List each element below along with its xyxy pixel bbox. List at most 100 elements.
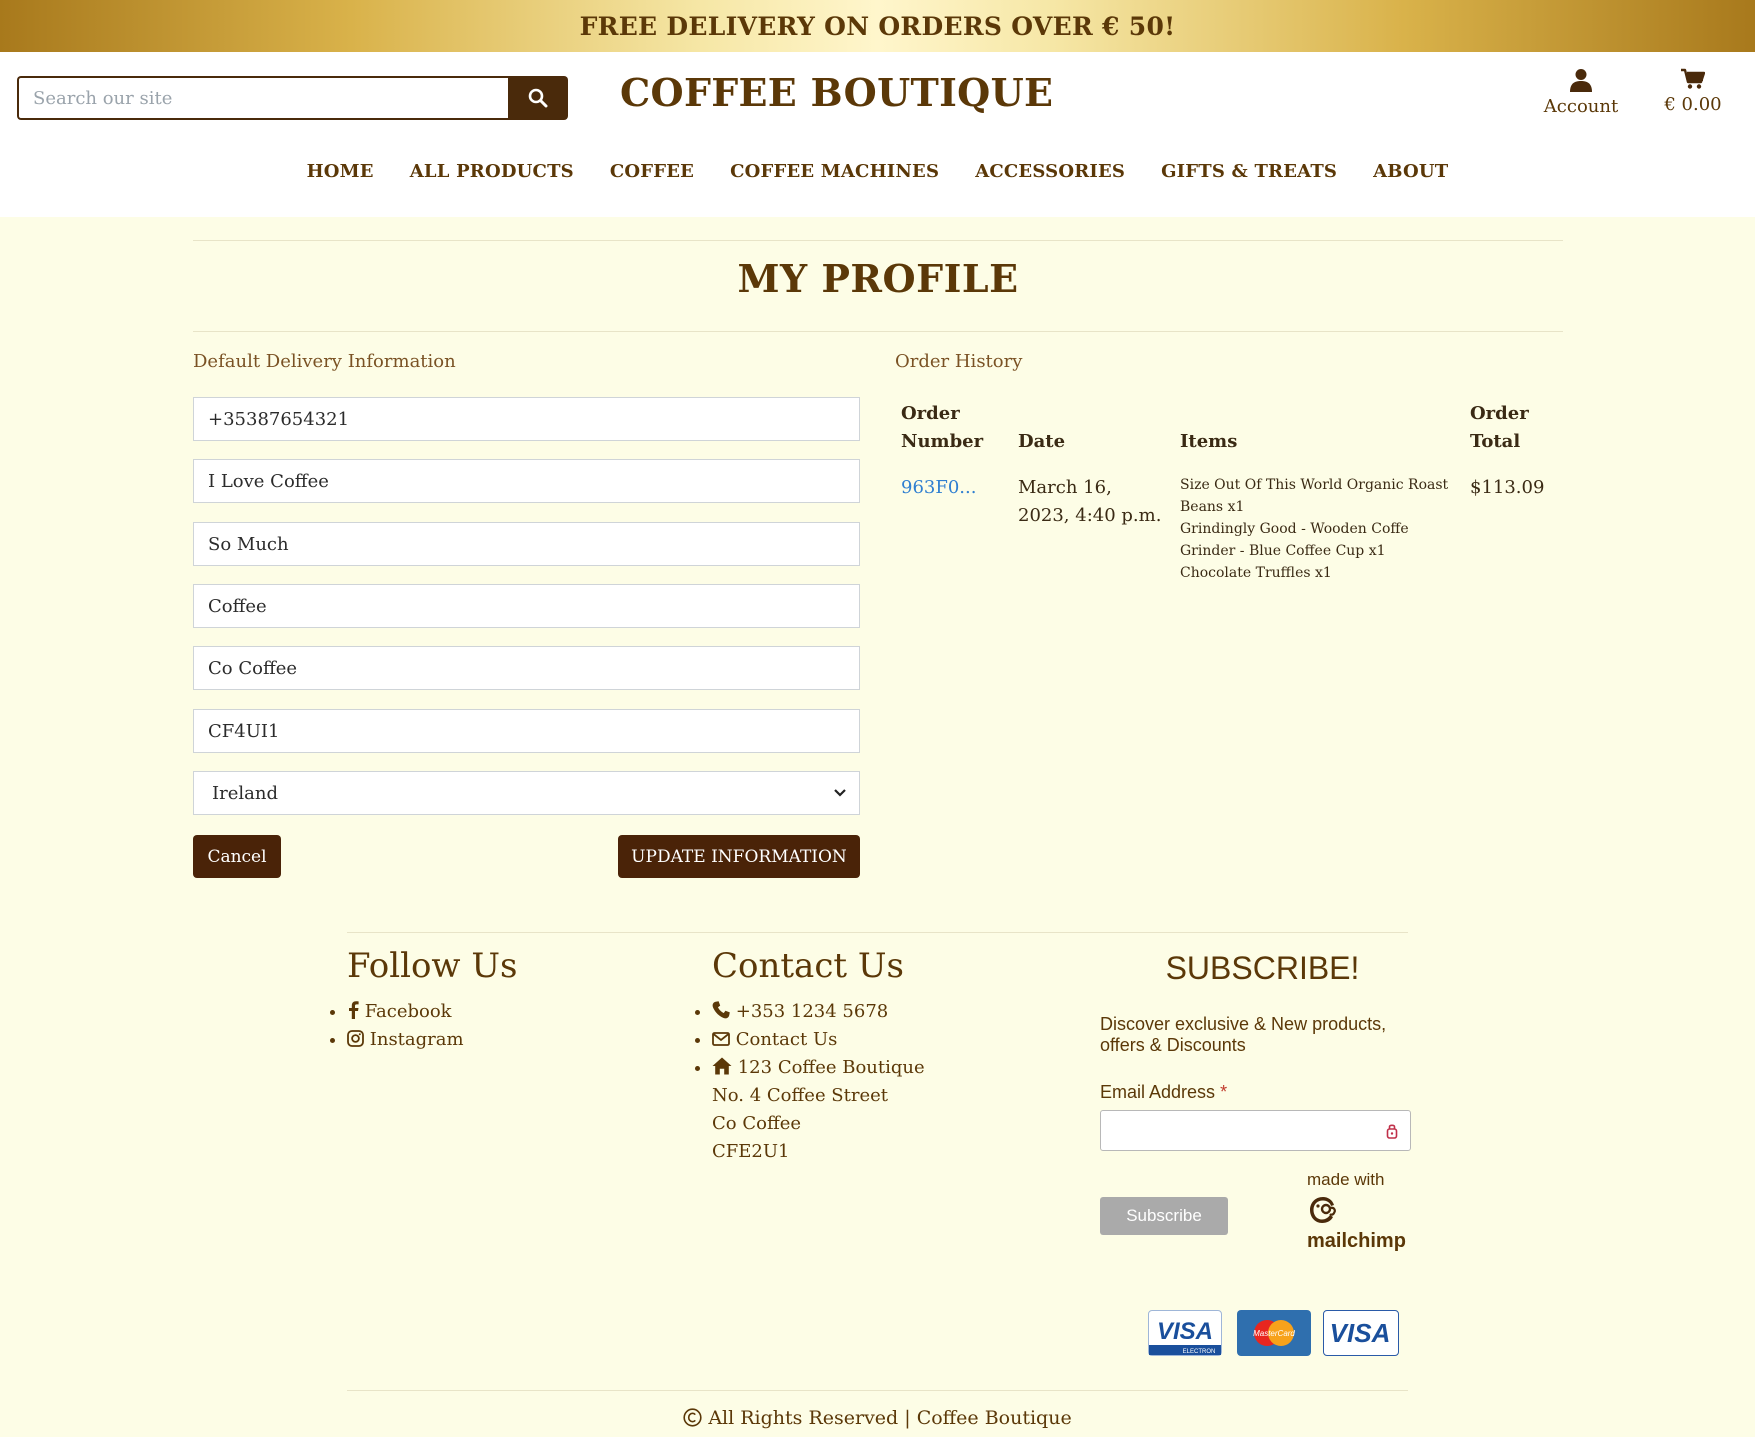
column-header-text: Number	[901, 431, 984, 452]
search-icon	[528, 88, 548, 108]
nav-item-coffee-machines[interactable]: COFFEE MACHINES	[712, 161, 957, 182]
nav-item-accessories[interactable]: ACCESSORIES	[957, 161, 1143, 182]
nav-item-gifts-treats[interactable]: GIFTS & TREATS	[1143, 161, 1355, 182]
column-order-number: Order Number	[895, 400, 1012, 470]
email-label: Email Address *	[1100, 1082, 1227, 1103]
table-header-row: Order Number Date Items Order Total	[895, 400, 1554, 470]
order-item: Chocolate Truffles x1	[1180, 565, 1332, 581]
main-nav: HOME ALL PRODUCTS COFFEE COFFEE MACHINES…	[0, 161, 1755, 182]
cancel-button[interactable]: Cancel	[193, 835, 281, 878]
site-header: COFFEE BOUTIQUE Account € 0.00 HOME ALL …	[0, 52, 1755, 217]
nav-item-coffee[interactable]: COFFEE	[592, 161, 712, 182]
search-button[interactable]	[508, 76, 568, 120]
banner-text: FREE DELIVERY ON ORDERS OVER € 50!	[579, 11, 1176, 41]
order-date: March 16, 2023, 4:40 p.m.	[1018, 477, 1162, 526]
visa-card-icon: VISA	[1323, 1310, 1399, 1356]
mailchimp-wordmark[interactable]: mailchimp	[1307, 1230, 1406, 1253]
contact-us-title: Contact Us	[712, 946, 904, 986]
subscribe-title: SUBSCRIBE!	[1165, 950, 1360, 986]
follow-us-title: Follow Us	[347, 946, 518, 986]
nav-item-home[interactable]: HOME	[289, 161, 392, 182]
order-items: Size Out Of This World Organic Roast Bea…	[1174, 470, 1464, 588]
facebook-link[interactable]: Facebook	[347, 998, 464, 1026]
visa-electron-card-icon: VISA ELECTRON	[1148, 1310, 1222, 1356]
footer-divider	[347, 932, 1408, 933]
contact-us-link[interactable]: Contact Us	[712, 1026, 925, 1054]
mastercard-mark: MasterCard	[1253, 1329, 1295, 1338]
order-history-heading: Order History	[895, 351, 1023, 372]
column-items: Items	[1180, 431, 1238, 452]
street-address-1-field[interactable]: I Love Coffee	[193, 459, 860, 503]
divider	[193, 331, 1563, 332]
contact-us-link-text: Contact Us	[735, 1029, 838, 1050]
made-with-label: made with	[1307, 1170, 1385, 1189]
column-order-total: Order Total	[1464, 400, 1554, 470]
postcode-field[interactable]: CF4UI1	[193, 709, 860, 753]
home-icon	[712, 1057, 732, 1075]
delivery-heading: Default Delivery Information	[193, 351, 456, 372]
order-history-table: Order Number Date Items Order Total 963F…	[895, 400, 1554, 588]
address-block: No. 4 Coffee Street Co Coffee CFE2U1	[712, 1082, 888, 1166]
visa-electron-sub-mark: ELECTRON	[1183, 1349, 1216, 1355]
account-link[interactable]: Account	[1534, 68, 1628, 117]
social-links: Facebook Instagram	[347, 998, 464, 1054]
column-header-text: Order	[1470, 403, 1529, 424]
account-label: Account	[1543, 96, 1619, 117]
town-field[interactable]: Coffee	[193, 584, 860, 628]
site-logo[interactable]: COFFEE BOUTIQUE	[620, 70, 1053, 115]
table-row: 963F0... March 16, 2023, 4:40 p.m. Size …	[895, 470, 1554, 588]
page-title: MY PROFILE	[737, 256, 1019, 301]
cart-link[interactable]: € 0.00	[1660, 68, 1726, 115]
mastercard-card-icon: MasterCard	[1237, 1310, 1311, 1356]
required-asterisk: *	[1220, 1082, 1228, 1102]
address-line-4: CFE2U1	[712, 1141, 790, 1162]
subscribe-button[interactable]: Subscribe	[1100, 1197, 1228, 1235]
address-line-3: Co Coffee	[712, 1113, 802, 1134]
facebook-label: Facebook	[364, 1001, 452, 1022]
shopping-cart-icon	[1681, 68, 1705, 89]
phone-icon	[712, 1001, 730, 1019]
facebook-icon	[349, 1001, 359, 1019]
nav-item-about[interactable]: ABOUT	[1355, 161, 1466, 182]
search-input[interactable]	[17, 76, 508, 120]
visa-electron-mark: VISA	[1157, 1318, 1213, 1345]
column-date: Date	[1018, 431, 1066, 452]
order-item: Grindingly Good - Wooden Coffe Grinder -…	[1180, 521, 1409, 559]
chevron-down-icon	[834, 789, 846, 797]
visa-electron-card-art: VISA ELECTRON	[1149, 1318, 1221, 1355]
visa-card-art: VISA	[1330, 1318, 1391, 1348]
street-address-2-field[interactable]: So Much	[193, 522, 860, 566]
mastercard-card-art: MasterCard	[1253, 1320, 1295, 1346]
user-icon	[1570, 69, 1592, 92]
nav-item-all-products[interactable]: ALL PRODUCTS	[392, 161, 592, 182]
county-field[interactable]: Co Coffee	[193, 646, 860, 690]
column-header-text: Total	[1470, 431, 1521, 452]
instagram-icon	[347, 1030, 364, 1047]
instagram-link[interactable]: Instagram	[347, 1026, 464, 1054]
copyright: All Rights Reserved | Coffee Boutique	[0, 1407, 1755, 1429]
order-number-link[interactable]: 963F0...	[901, 477, 976, 498]
contact-address: 123 Coffee Boutique	[712, 1054, 925, 1082]
order-total: $113.09	[1470, 477, 1545, 498]
contact-list: +353 1234 5678 Contact Us 123 Coffee Bou…	[712, 998, 925, 1082]
instagram-label: Instagram	[369, 1029, 464, 1050]
footer-bottom-divider	[347, 1390, 1408, 1391]
country-select[interactable]: Ireland	[193, 771, 860, 815]
mailchimp-logo-icon[interactable]	[1306, 1194, 1340, 1228]
address-line-1: 123 Coffee Boutique	[737, 1057, 925, 1078]
divider	[193, 240, 1563, 241]
contact-phone: +353 1234 5678	[712, 998, 925, 1026]
contact-phone-text: +353 1234 5678	[735, 1001, 889, 1022]
update-information-button[interactable]: UPDATE INFORMATION	[618, 835, 860, 878]
phone-field[interactable]: +35387654321	[193, 397, 860, 441]
envelope-icon	[712, 1032, 730, 1046]
order-item: Size Out Of This World Organic Roast Bea…	[1180, 477, 1449, 515]
visa-mark: VISA	[1330, 1318, 1391, 1348]
country-value: Ireland	[212, 782, 278, 804]
address-line-2: No. 4 Coffee Street	[712, 1085, 889, 1106]
email-input[interactable]	[1100, 1110, 1411, 1151]
column-header-text: Order	[901, 403, 960, 424]
subscribe-description: Discover exclusive & New products, offer…	[1100, 1014, 1387, 1055]
search-bar	[17, 76, 568, 120]
password-manager-icon	[1386, 1124, 1398, 1139]
